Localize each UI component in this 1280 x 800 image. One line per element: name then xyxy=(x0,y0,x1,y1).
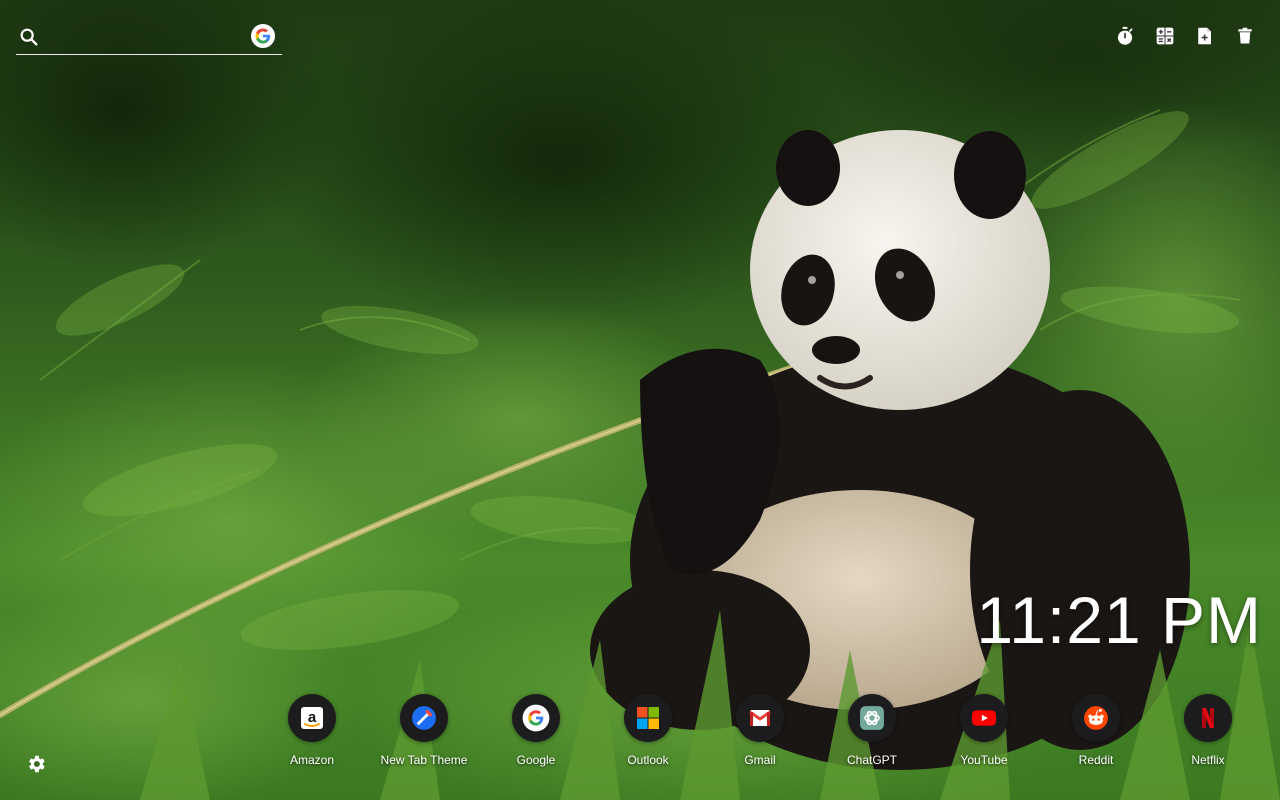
svg-text:a: a xyxy=(308,709,317,726)
shortcut-google[interactable]: Google xyxy=(480,694,592,767)
shortcut-icon-circle xyxy=(400,694,448,742)
youtube-icon xyxy=(972,710,996,726)
wallpaper-image xyxy=(0,0,1280,800)
shortcut-icon-circle xyxy=(960,694,1008,742)
shortcut-amazon[interactable]: a Amazon xyxy=(256,694,368,767)
delete-button[interactable] xyxy=(1234,24,1256,48)
search-bar[interactable] xyxy=(16,20,282,55)
shortcut-icon-circle xyxy=(624,694,672,742)
shortcut-label: Gmail xyxy=(744,753,776,767)
top-toolbar xyxy=(1114,24,1256,48)
shortcut-icon-circle xyxy=(512,694,560,742)
add-note-button[interactable] xyxy=(1194,24,1216,48)
search-icon xyxy=(20,28,38,46)
calculator-icon xyxy=(1156,27,1174,45)
shortcut-icon-circle xyxy=(848,694,896,742)
shortcut-chatgpt[interactable]: ChatGPT xyxy=(816,694,928,767)
chatgpt-icon xyxy=(860,706,884,730)
shortcut-netflix[interactable]: Netflix xyxy=(1152,694,1264,767)
shortcut-gmail[interactable]: Gmail xyxy=(704,694,816,767)
shortcut-new-tab-theme[interactable]: New Tab Theme xyxy=(368,694,480,767)
search-input[interactable] xyxy=(46,24,250,52)
microsoft-icon xyxy=(637,707,659,729)
shortcut-reddit[interactable]: Reddit xyxy=(1040,694,1152,767)
shortcut-label: Netflix xyxy=(1191,753,1225,767)
google-icon xyxy=(255,28,271,44)
shortcut-label: Google xyxy=(516,753,556,767)
shortcut-label: New Tab Theme xyxy=(380,753,468,767)
search-engine-button[interactable] xyxy=(251,24,275,48)
shortcut-icon-circle: a xyxy=(288,694,336,742)
trash-icon xyxy=(1238,27,1252,44)
gmail-icon xyxy=(749,710,771,726)
shortcut-label: YouTube xyxy=(960,753,1008,767)
add-note-icon xyxy=(1198,27,1211,45)
shortcut-label: Amazon xyxy=(289,753,335,767)
new-tab-page: 11:21 PM a Amazon New Tab Theme Google O… xyxy=(0,0,1280,800)
clock-display: 11:21 PM xyxy=(976,583,1262,657)
google-icon xyxy=(522,704,550,732)
shortcut-outlook[interactable]: Outlook xyxy=(592,694,704,767)
calculator-button[interactable] xyxy=(1154,24,1176,48)
shortcut-label: Outlook xyxy=(627,753,669,767)
new-tab-theme-icon xyxy=(412,706,436,730)
shortcuts-dock: a Amazon New Tab Theme Google Outlook Gm… xyxy=(256,694,1264,774)
shortcut-icon-circle xyxy=(736,694,784,742)
reddit-icon xyxy=(1084,706,1108,730)
shortcut-icon-circle xyxy=(1072,694,1120,742)
gear-icon xyxy=(29,755,45,773)
settings-button[interactable] xyxy=(25,753,47,775)
netflix-icon xyxy=(1202,708,1214,728)
amazon-icon: a xyxy=(301,707,323,729)
shortcut-icon-circle xyxy=(1184,694,1232,742)
shortcut-label: Reddit xyxy=(1078,753,1114,767)
shortcut-youtube[interactable]: YouTube xyxy=(928,694,1040,767)
stopwatch-icon xyxy=(1117,26,1133,45)
stopwatch-button[interactable] xyxy=(1114,24,1136,48)
shortcut-label: ChatGPT xyxy=(846,753,897,767)
